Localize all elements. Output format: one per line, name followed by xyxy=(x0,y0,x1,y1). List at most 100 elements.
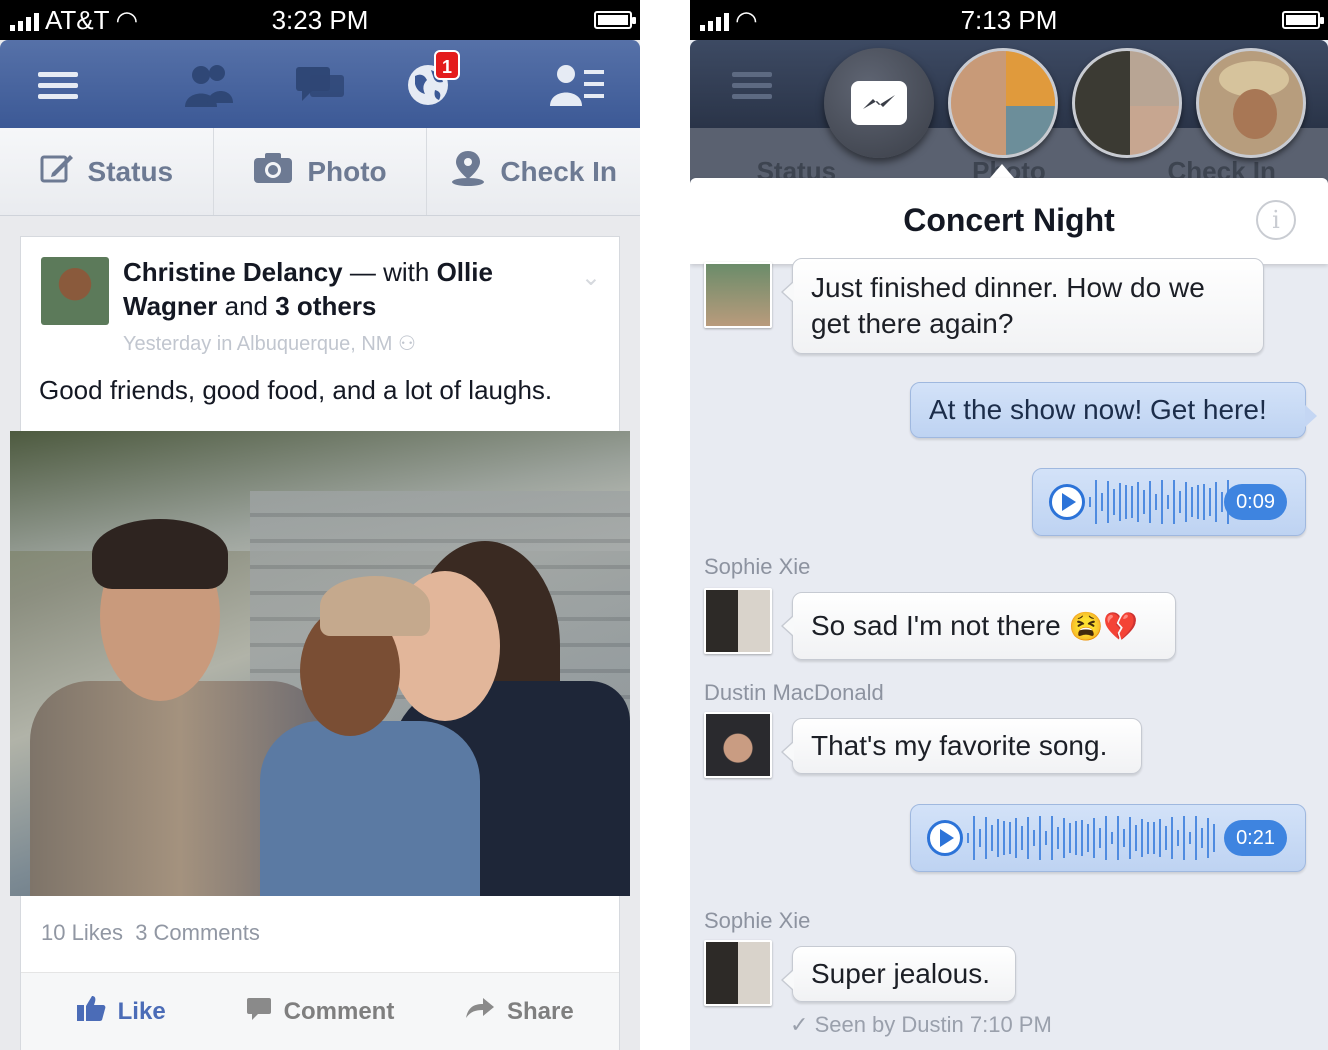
like-button[interactable]: Like xyxy=(21,973,220,1050)
waveform-bar xyxy=(1159,818,1161,858)
waveform-bar xyxy=(1185,482,1187,522)
story-actions: Like Comment Share xyxy=(21,972,619,1050)
waveform-bar xyxy=(1129,817,1131,859)
comment-label: Comment xyxy=(283,997,395,1025)
comments-count: 3 Comments xyxy=(135,920,260,945)
author-avatar[interactable] xyxy=(41,257,109,325)
chat-head-pointer xyxy=(990,164,1014,178)
message-text: So sad I'm not there xyxy=(811,610,1061,641)
waveform-bar xyxy=(1021,826,1023,850)
status-button[interactable]: Status xyxy=(0,128,214,215)
message-text: That's my favorite song. xyxy=(811,730,1108,761)
waveform-bar xyxy=(1203,483,1205,521)
waveform-bar xyxy=(1087,824,1089,852)
battery-icon xyxy=(594,11,636,29)
chevron-down-icon[interactable]: ⌄ xyxy=(581,263,601,292)
waveform-bar xyxy=(1051,816,1053,860)
waveform xyxy=(1089,477,1229,527)
waveform-bar xyxy=(979,828,981,848)
waveform-bar xyxy=(1099,827,1101,848)
waveform-bar xyxy=(1063,818,1065,858)
notification-badge: 1 xyxy=(434,50,460,80)
waveform-bar xyxy=(1135,825,1137,851)
message-bubble-outgoing[interactable]: At the show now! Get here! xyxy=(910,382,1317,438)
location-pin-icon xyxy=(450,149,486,194)
message-bubble[interactable]: Super jealous. xyxy=(781,946,1016,1002)
checkin-button[interactable]: Check In xyxy=(427,128,640,215)
waveform-bar xyxy=(1165,825,1167,851)
audio-message[interactable]: 0:21 xyxy=(910,804,1306,872)
waveform-bar xyxy=(1167,495,1169,509)
tagged-others[interactable]: 3 others xyxy=(275,291,376,321)
composer-bar: Status Photo Check In xyxy=(0,128,640,216)
status-time: 7:13 PM xyxy=(960,5,1058,35)
status-label: Status xyxy=(87,155,174,187)
waveform-bar xyxy=(1183,816,1185,860)
play-icon[interactable] xyxy=(927,820,963,856)
message-text: Super jealous. xyxy=(811,958,991,989)
waveform-bar xyxy=(1107,481,1109,523)
photo-button[interactable]: Photo xyxy=(214,128,428,215)
thumbs-up-icon xyxy=(76,994,106,1029)
status-bar: AT&T ◠ 3:23 PM xyxy=(0,0,640,40)
waveform-bar xyxy=(1161,480,1163,524)
group-chat-head-concert[interactable] xyxy=(948,48,1058,158)
checkin-label: Check In xyxy=(500,155,618,187)
group-chat-head-friends[interactable] xyxy=(1072,48,1182,158)
waveform-bar xyxy=(1111,832,1113,844)
messenger-chat-head[interactable] xyxy=(824,48,934,158)
sender-avatar[interactable] xyxy=(704,712,772,778)
friend-requests-icon[interactable] xyxy=(180,60,236,110)
sender-name: Sophie Xie xyxy=(704,554,811,579)
message-bubble[interactable]: So sad I'm not there 😫💔 xyxy=(781,592,1176,660)
seen-receipt: ✓ Seen by Dustin 7:10 PM xyxy=(790,1012,1052,1038)
friends-list-icon[interactable] xyxy=(550,60,606,110)
story-meta: Yesterday in Albuquerque, NM ⚇ xyxy=(123,331,416,356)
menu-icon[interactable] xyxy=(30,60,86,110)
message-bubble[interactable]: Just finished dinner. How do we get ther… xyxy=(781,258,1264,354)
waveform-bar xyxy=(1089,497,1091,507)
waveform-bar xyxy=(1075,820,1077,856)
messages-icon[interactable] xyxy=(292,60,348,110)
audio-duration: 0:09 xyxy=(1224,484,1287,520)
message-bubble[interactable]: That's my favorite song. xyxy=(781,718,1142,774)
waveform-bar xyxy=(1179,490,1181,514)
waveform-bar xyxy=(1173,480,1175,524)
story-header: Christine Delancy — with Ollie Wagner an… xyxy=(123,255,563,323)
sender-avatar[interactable] xyxy=(704,588,772,654)
sender-avatar[interactable] xyxy=(704,940,772,1006)
waveform-bar xyxy=(1201,827,1203,849)
play-icon[interactable] xyxy=(1049,484,1085,520)
comment-button[interactable]: Comment xyxy=(220,973,419,1050)
menu-icon[interactable] xyxy=(724,60,780,110)
sender-avatar[interactable] xyxy=(704,262,772,328)
waveform-bar xyxy=(1137,482,1139,522)
waveform-bar xyxy=(1221,491,1223,512)
waveform-bar xyxy=(1119,483,1121,521)
battery-icon xyxy=(1282,11,1324,29)
story-photo[interactable] xyxy=(10,431,630,896)
with-text: — with xyxy=(349,257,430,287)
waveform-bar xyxy=(1123,829,1125,847)
photo-label: Photo xyxy=(307,155,387,187)
waveform-bar xyxy=(1213,823,1215,853)
waveform-bar xyxy=(1147,821,1149,855)
author-name[interactable]: Christine Delancy xyxy=(123,257,343,287)
sender-name: Dustin MacDonald xyxy=(704,680,884,705)
story-counts[interactable]: 10 Likes 3 Comments xyxy=(41,920,260,946)
notifications-globe-icon[interactable]: 1 xyxy=(400,50,460,110)
waveform-bar xyxy=(1113,488,1115,516)
share-button[interactable]: Share xyxy=(420,973,619,1050)
checkmark-icon: ✓ xyxy=(790,1012,809,1037)
waveform-bar xyxy=(985,817,987,859)
waveform-bar xyxy=(1069,823,1071,853)
chat-head-person[interactable] xyxy=(1196,48,1306,158)
waveform-bar xyxy=(1125,485,1127,519)
waveform-bar xyxy=(991,824,993,852)
story-footer: 10 Likes 3 Comments Like Comment Share xyxy=(20,896,620,1050)
info-icon[interactable]: i xyxy=(1256,200,1296,240)
audio-message[interactable]: 0:09 xyxy=(1032,468,1306,536)
waveform-bar xyxy=(1039,816,1041,860)
and-text: and xyxy=(224,291,269,321)
feed-story: Christine Delancy — with Ollie Wagner an… xyxy=(20,236,620,431)
